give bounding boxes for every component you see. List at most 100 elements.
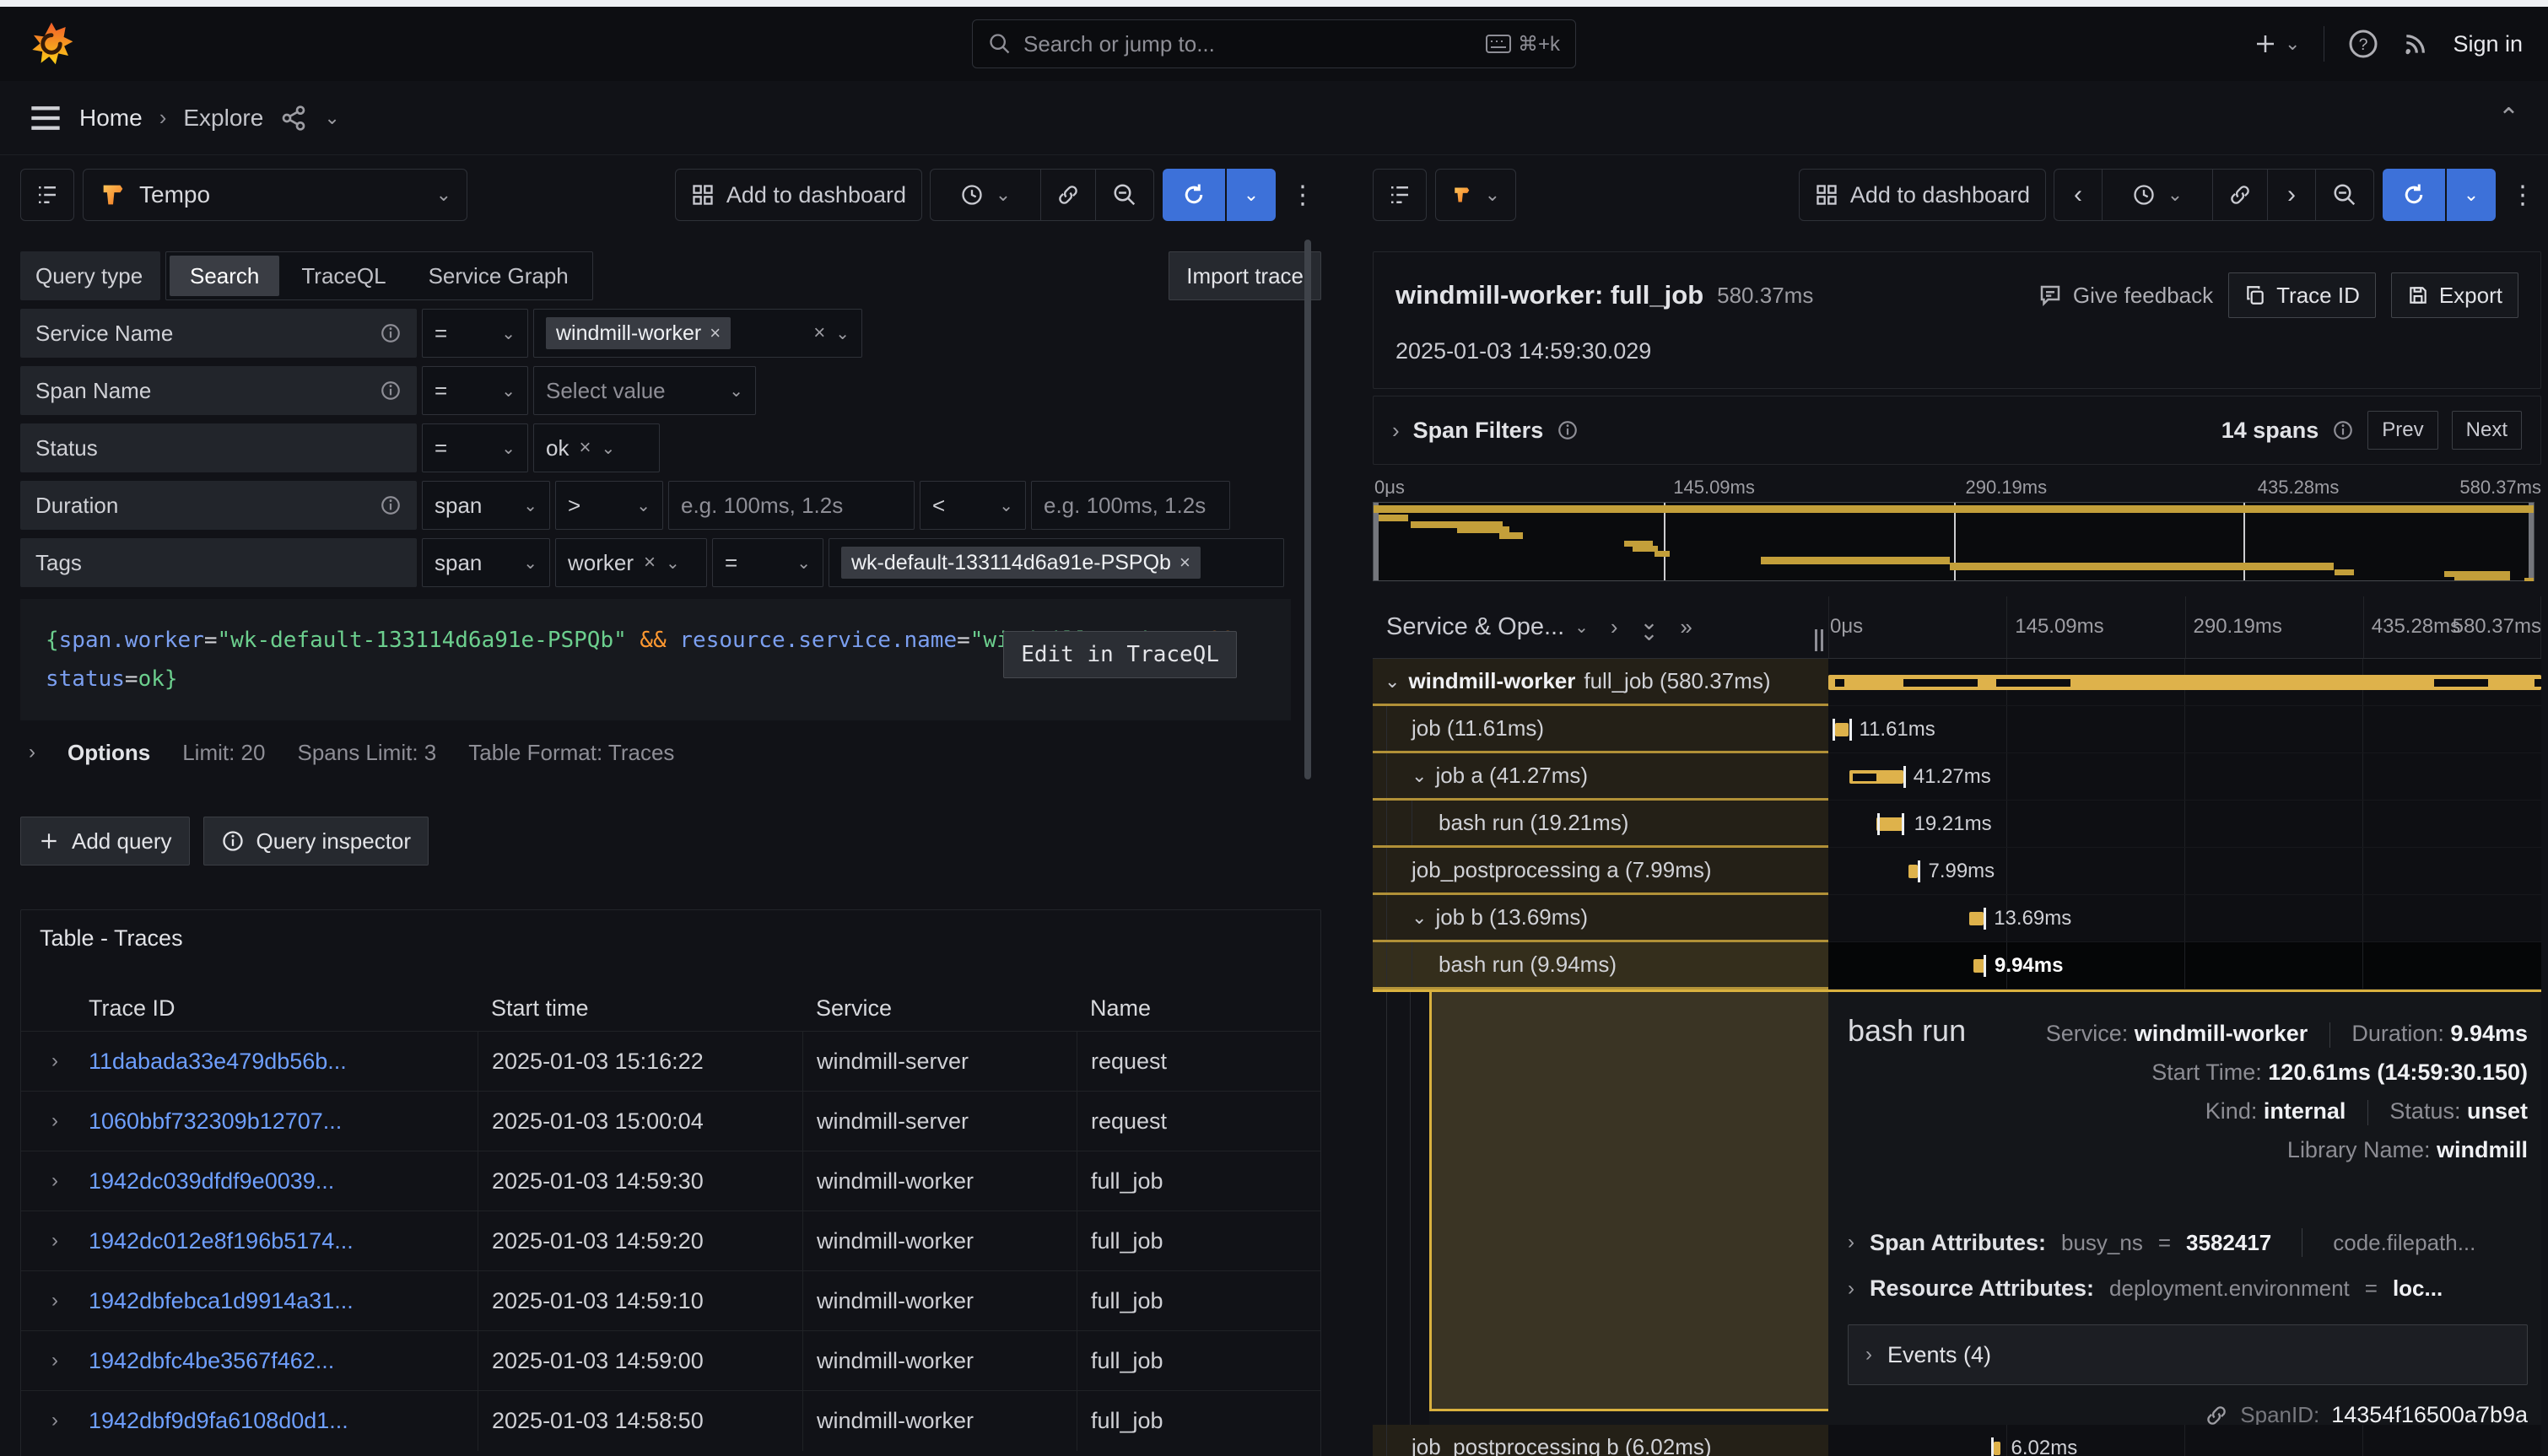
span-row[interactable]: ⌄job a (41.27ms)41.27ms: [1373, 753, 2541, 801]
tab-service-graph[interactable]: Service Graph: [408, 256, 589, 296]
tags-value-select[interactable]: wk-default-133114d6a91e-PSPQb ×: [829, 538, 1284, 587]
left-pane-scrollbar[interactable]: [1304, 240, 1311, 779]
zoom-out-button[interactable]: [2315, 169, 2374, 221]
span-row[interactable]: bash run (9.94ms)9.94ms: [1373, 942, 2541, 990]
edit-in-traceql-button[interactable]: Edit in TraceQL: [1003, 631, 1237, 678]
run-query-split-button[interactable]: ⌄: [2383, 169, 2496, 221]
more-options-kebab[interactable]: ⋮: [1284, 181, 1321, 210]
expand-all-icon[interactable]: »: [1680, 614, 1692, 640]
next-span-button[interactable]: Next: [2452, 411, 2522, 450]
add-to-dashboard-button[interactable]: Add to dashboard: [1799, 169, 2046, 221]
minimap-canvas[interactable]: [1373, 502, 2535, 581]
trace-id-link[interactable]: 1942dc012e8f196b5174...: [89, 1228, 478, 1254]
collapse-up-icon[interactable]: ⌃: [2498, 103, 2519, 132]
tab-search[interactable]: Search: [170, 256, 279, 296]
trace-id-link[interactable]: 1942dbf9d9fa6108d0d1...: [89, 1408, 478, 1434]
run-query-interval-dropdown[interactable]: ⌄: [2447, 169, 2496, 221]
span-timeline-cell[interactable]: 19.21ms: [1828, 801, 2541, 848]
duration-min-input[interactable]: e.g. 100ms, 1.2s: [668, 481, 915, 530]
tags-value-chip[interactable]: wk-default-133114d6a91e-PSPQb ×: [841, 547, 1201, 579]
row-expander-icon[interactable]: ›: [21, 1169, 89, 1193]
help-icon[interactable]: ?: [2348, 29, 2378, 59]
span-duration-bar[interactable]: [1994, 1442, 2000, 1455]
collapse-all-icon[interactable]: ⌄⌄: [1640, 617, 1659, 639]
add-new-button[interactable]: ⌄: [2253, 31, 2300, 57]
service-name-chip[interactable]: windmill-worker ×: [546, 317, 731, 349]
span-name-cell[interactable]: ⌄job a (41.27ms): [1373, 753, 1828, 801]
span-row[interactable]: job_postprocessing b (6.02ms)6.02ms: [1373, 1425, 2541, 1456]
span-name-cell[interactable]: job_postprocessing a (7.99ms): [1373, 848, 1828, 895]
span-name-value-select[interactable]: Select value ⌄: [533, 366, 756, 415]
time-range-picker[interactable]: ⌄: [930, 169, 1041, 221]
breadcrumb-home[interactable]: Home: [79, 105, 143, 132]
sign-in-button[interactable]: Sign in: [2453, 31, 2523, 57]
span-name-cell[interactable]: bash run (19.21ms): [1373, 801, 1828, 848]
copy-link-button[interactable]: [2212, 169, 2268, 221]
query-options-row[interactable]: › Options Limit: 20 Spans Limit: 3 Table…: [20, 729, 1321, 776]
status-operator-select[interactable]: =⌄: [422, 423, 528, 472]
give-feedback-button[interactable]: Give feedback: [2038, 283, 2213, 309]
run-query-interval-dropdown[interactable]: ⌄: [1227, 169, 1276, 221]
span-timeline-cell[interactable]: 41.27ms: [1828, 753, 2541, 801]
refresh-icon[interactable]: [1163, 169, 1225, 221]
row-expander-icon[interactable]: ›: [21, 1049, 89, 1073]
span-name-cell[interactable]: ⌄job b (13.69ms): [1373, 895, 1828, 942]
span-name-cell[interactable]: job (11.61ms): [1373, 706, 1828, 753]
span-name-operator-select[interactable]: =⌄: [422, 366, 528, 415]
minimap-right-handle[interactable]: [2529, 503, 2534, 580]
grafana-logo[interactable]: [29, 21, 74, 67]
chevron-down-icon[interactable]: ⌄: [324, 107, 339, 129]
span-duration-bar[interactable]: [1908, 865, 1918, 878]
global-search-input[interactable]: Search or jump to... ⌘+k: [972, 19, 1576, 68]
status-value-select[interactable]: ok × ⌄: [533, 423, 660, 472]
duration-max-input[interactable]: e.g. 100ms, 1.2s: [1031, 481, 1230, 530]
shift-time-back-button[interactable]: ‹: [2054, 169, 2103, 221]
table-row[interactable]: ›1060bbf732309b12707...2025-01-03 15:00:…: [21, 1091, 1320, 1151]
table-row[interactable]: ›1942dbfebca1d9914a31...2025-01-03 14:59…: [21, 1270, 1320, 1330]
span-name-cell[interactable]: bash run (9.94ms): [1373, 942, 1828, 990]
span-attributes-row[interactable]: › Span Attributes: busy_ns = 3582417 cod…: [1848, 1228, 2528, 1257]
span-timeline-cell[interactable]: [1828, 659, 2541, 706]
add-query-button[interactable]: Add query: [20, 817, 190, 866]
span-timeline-cell[interactable]: 7.99ms: [1828, 848, 2541, 895]
span-name-cell[interactable]: ⌄windmill-workerfull_job (580.37ms): [1373, 659, 1828, 706]
table-row[interactable]: ›1942dc039dfdf9e0039...2025-01-03 14:59:…: [21, 1151, 1320, 1211]
tags-key-select[interactable]: worker × ⌄: [555, 538, 707, 587]
table-row[interactable]: ›1942dc012e8f196b5174...2025-01-03 14:59…: [21, 1211, 1320, 1270]
service-name-value-select[interactable]: windmill-worker × × ⌄: [533, 309, 862, 358]
close-icon[interactable]: ×: [644, 551, 656, 574]
close-icon[interactable]: ×: [710, 322, 721, 344]
table-row[interactable]: ›1942dbfc4be3567f462...2025-01-03 14:59:…: [21, 1330, 1320, 1390]
resource-attributes-row[interactable]: › Resource Attributes: deployment.enviro…: [1848, 1275, 2528, 1302]
query-outline-button[interactable]: [20, 169, 74, 221]
more-options-kebab[interactable]: ⋮: [2504, 181, 2541, 210]
span-duration-bar[interactable]: [1973, 959, 1985, 973]
datasource-picker[interactable]: Tempo ⌄: [83, 169, 467, 221]
span-timeline-cell[interactable]: 11.61ms: [1828, 706, 2541, 753]
collapse-chevron-icon[interactable]: ⌄: [1412, 907, 1427, 929]
close-icon[interactable]: ×: [1180, 552, 1190, 574]
span-filters-bar[interactable]: › Span Filters 14 spans Prev Next: [1373, 396, 2541, 465]
span-name-cell[interactable]: job_postprocessing b (6.02ms): [1373, 1425, 1828, 1456]
span-timeline-cell[interactable]: 9.94ms: [1828, 942, 2541, 990]
events-section[interactable]: › Events (4): [1848, 1324, 2528, 1385]
span-timeline-cell[interactable]: 6.02ms: [1828, 1425, 2541, 1456]
shift-time-forward-button[interactable]: ›: [2267, 169, 2316, 221]
duration-gt-operator[interactable]: >⌄: [555, 481, 663, 530]
prev-span-button[interactable]: Prev: [2367, 411, 2437, 450]
collapse-chevron-icon[interactable]: ⌄: [1412, 765, 1427, 787]
tab-traceql[interactable]: TraceQL: [281, 256, 406, 296]
row-expander-icon[interactable]: ›: [21, 1409, 89, 1432]
row-expander-icon[interactable]: ›: [21, 1109, 89, 1133]
span-row[interactable]: ⌄windmill-workerfull_job (580.37ms): [1373, 659, 2541, 706]
row-expander-icon[interactable]: ›: [21, 1289, 89, 1313]
import-trace-button[interactable]: Import trace: [1169, 251, 1321, 300]
clear-icon[interactable]: ×: [813, 321, 825, 345]
tags-scope-select[interactable]: span⌄: [422, 538, 550, 587]
export-button[interactable]: Export: [2391, 272, 2518, 318]
refresh-icon[interactable]: [2383, 169, 2445, 221]
link-icon[interactable]: [2205, 1404, 2228, 1427]
copy-link-button[interactable]: [1040, 169, 1096, 221]
query-inspector-button[interactable]: Query inspector: [203, 817, 429, 866]
span-row[interactable]: ⌄job b (13.69ms)13.69ms: [1373, 895, 2541, 942]
